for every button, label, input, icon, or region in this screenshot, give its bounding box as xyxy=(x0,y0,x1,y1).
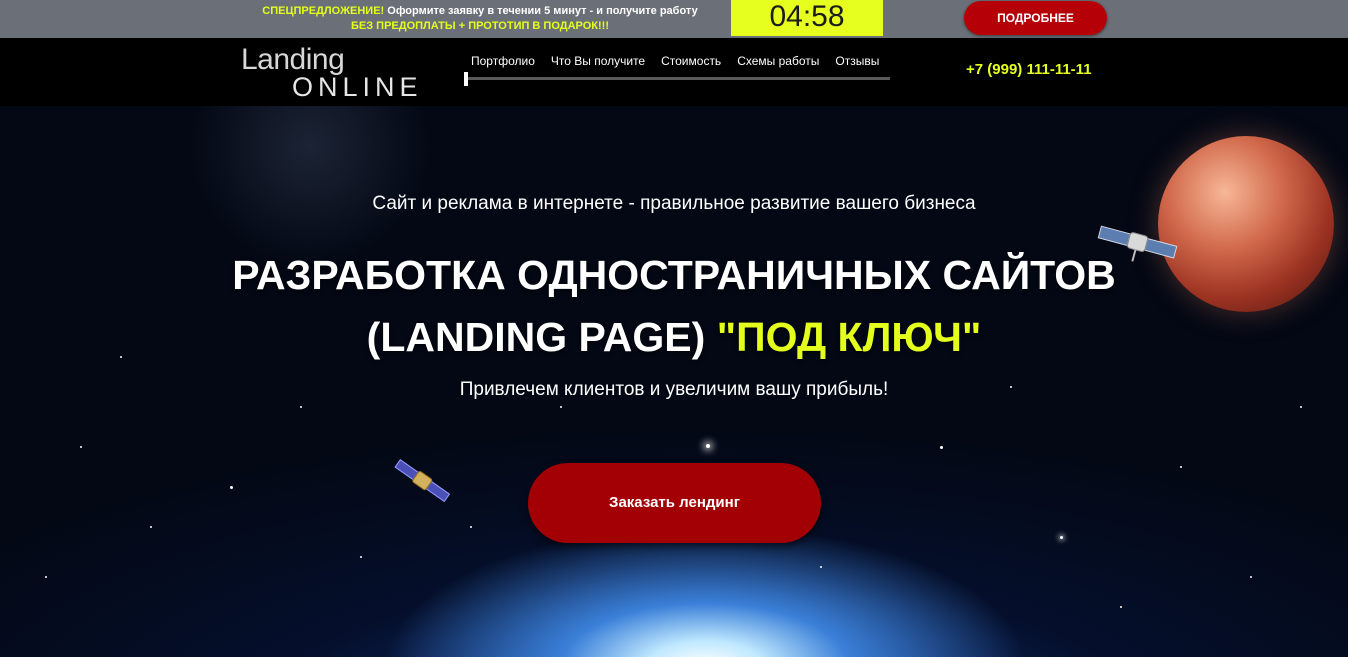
nav-item-reviews[interactable]: Отзывы xyxy=(827,50,887,72)
countdown-timer: 04:58 xyxy=(731,0,883,36)
star xyxy=(80,446,82,448)
star xyxy=(1060,536,1063,539)
more-button[interactable]: ПОДРОБНЕЕ xyxy=(964,1,1107,35)
star xyxy=(300,406,302,408)
nav-item-workflow[interactable]: Схемы работы xyxy=(729,50,827,72)
headline-line2-white: (LANDING PAGE) xyxy=(366,314,717,360)
order-landing-button[interactable]: Заказать лендинг xyxy=(528,463,821,543)
star xyxy=(360,556,362,558)
promo-text: СПЕЦПРЕДЛОЖЕНИЕ! Оформите заявку в течен… xyxy=(230,4,730,34)
phone-number[interactable]: +7 (999) 111-11-11 xyxy=(966,61,1092,78)
hero-section: Сайт и реклама в интернете - правильное … xyxy=(0,106,1348,657)
promo-bar: СПЕЦПРЕДЛОЖЕНИЕ! Оформите заявку в течен… xyxy=(0,0,1348,38)
nav-item-benefits[interactable]: Что Вы получите xyxy=(543,50,653,72)
star xyxy=(470,526,472,528)
promo-special-label: СПЕЦПРЕДЛОЖЕНИЕ! xyxy=(262,5,385,17)
promo-line1: Оформите заявку в течении 5 минут - и по… xyxy=(384,5,698,17)
logo-text-bottom[interactable]: ONLINE xyxy=(292,72,423,103)
main-nav: Портфолио Что Вы получите Стоимость Схем… xyxy=(463,50,887,72)
nav-scroll-thumb[interactable] xyxy=(464,72,468,86)
star xyxy=(230,486,233,489)
satellite-icon xyxy=(394,459,451,503)
nav-item-pricing[interactable]: Стоимость xyxy=(653,50,729,72)
hero-tagline: Привлечем клиентов и увеличим вашу прибы… xyxy=(459,379,889,400)
star xyxy=(706,444,710,448)
star xyxy=(1300,406,1302,408)
headline-line2: (LANDING PAGE) "ПОД КЛЮЧ" xyxy=(0,306,1348,368)
star xyxy=(560,406,562,408)
star xyxy=(1120,606,1122,608)
nav-item-portfolio[interactable]: Портфолио xyxy=(463,50,543,72)
promo-line2: БЕЗ ПРЕДОПЛАТЫ + ПРОТОТИП В ПОДАРОК!!! xyxy=(350,20,609,32)
star xyxy=(1250,576,1252,578)
headline-line2-accent: "ПОД КЛЮЧ" xyxy=(716,314,982,360)
star xyxy=(45,576,47,578)
hero-headline: РАЗРАБОТКА ОДНОСТРАНИЧНЫХ САЙТОВ (LANDIN… xyxy=(0,244,1348,368)
hero-subtitle: Сайт и реклама в интернете - правильное … xyxy=(372,193,976,214)
site-header xyxy=(0,38,1348,106)
star xyxy=(820,566,822,568)
star xyxy=(940,446,943,449)
headline-line1: РАЗРАБОТКА ОДНОСТРАНИЧНЫХ САЙТОВ xyxy=(232,252,1116,298)
star xyxy=(1180,466,1182,468)
star xyxy=(150,526,152,528)
nav-scroll-track[interactable] xyxy=(466,77,890,80)
